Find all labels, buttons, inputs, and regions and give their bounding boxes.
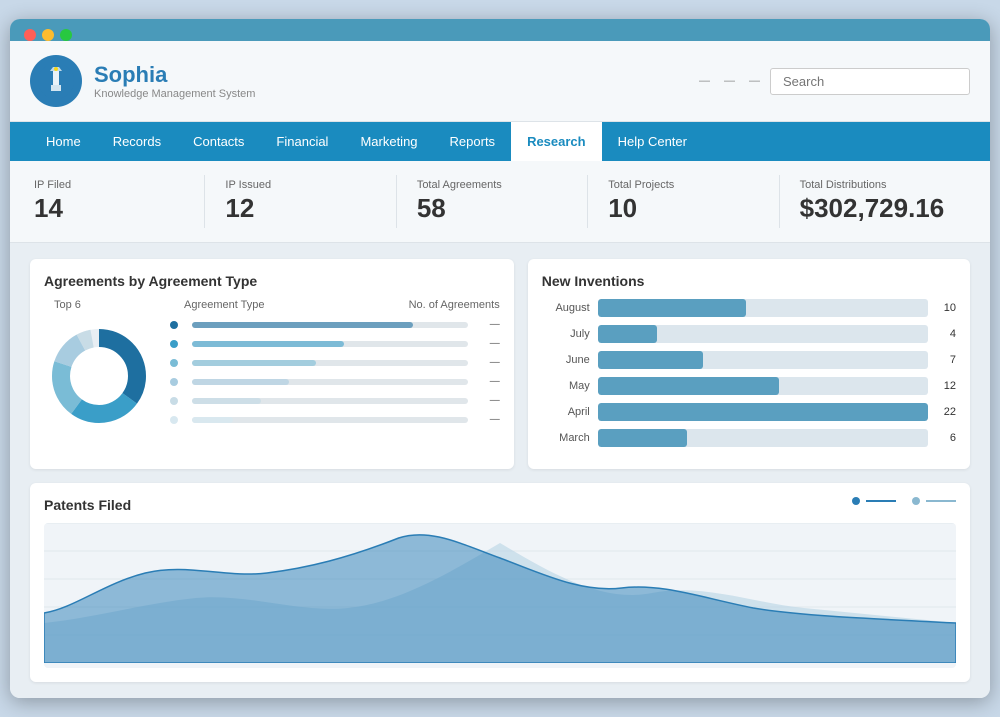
inv-row-may: May 12 <box>542 377 956 395</box>
agreements-col-count: No. of Agreements <box>400 299 500 311</box>
inv-label-august: August <box>542 302 590 314</box>
stat-total-agreements-value: 58 <box>417 193 567 224</box>
nav-bar: Home Records Contacts Financial Marketin… <box>10 122 990 161</box>
inventions-panel-title: New Inventions <box>542 273 956 289</box>
agreements-col-type: Agreement Type <box>184 299 400 311</box>
stat-total-projects-label: Total Projects <box>608 179 758 191</box>
stat-ip-filed-label: IP Filed <box>34 179 184 191</box>
app-name: Sophia <box>94 62 255 88</box>
logo-area: Sophia Knowledge Management System <box>30 55 255 107</box>
stat-ip-issued-label: IP Issued <box>225 179 375 191</box>
legend-item-1: — <box>170 319 500 330</box>
stat-ip-issued: IP Issued 12 <box>205 175 396 228</box>
patents-panel-title: Patents Filed <box>44 497 956 513</box>
legend-item-4: — <box>170 376 500 387</box>
logo-icon <box>30 55 82 107</box>
patents-legend <box>852 497 956 505</box>
donut-chart <box>44 321 154 431</box>
nav-item-contacts[interactable]: Contacts <box>177 122 260 161</box>
inv-count-july: 4 <box>936 328 956 340</box>
inv-count-june: 7 <box>936 354 956 366</box>
inv-label-june: June <box>542 354 590 366</box>
patents-legend-item-2 <box>912 497 956 505</box>
inv-count-august: 10 <box>936 302 956 314</box>
inv-count-march: 6 <box>936 432 956 444</box>
agreements-col-top6: Top 6 <box>54 299 184 311</box>
inv-label-may: May <box>542 380 590 392</box>
inv-row-april: April 22 <box>542 403 956 421</box>
nav-item-financial[interactable]: Financial <box>260 122 344 161</box>
inv-label-april: April <box>542 406 590 418</box>
browser-dot-red[interactable] <box>24 29 36 41</box>
agreements-body: — — — <box>44 319 500 433</box>
logo-text: Sophia Knowledge Management System <box>94 62 255 100</box>
stat-ip-filed-value: 14 <box>34 193 184 224</box>
stat-total-distributions-value: $302,729.16 <box>800 193 950 224</box>
stat-total-projects: Total Projects 10 <box>588 175 779 228</box>
stat-total-distributions-label: Total Distributions <box>800 179 950 191</box>
agreements-col-headers: Top 6 Agreement Type No. of Agreements <box>44 299 500 311</box>
stat-ip-issued-value: 12 <box>225 193 375 224</box>
legend-item-5: — <box>170 395 500 406</box>
inv-row-august: August 10 <box>542 299 956 317</box>
browser-dot-yellow[interactable] <box>42 29 54 41</box>
inv-row-july: July 4 <box>542 325 956 343</box>
inv-row-june: June 7 <box>542 351 956 369</box>
nav-item-home[interactable]: Home <box>30 122 97 161</box>
header-link-2[interactable]: — <box>724 75 735 87</box>
header-links: — — — <box>699 75 760 87</box>
search-input[interactable] <box>770 68 970 95</box>
nav-item-help[interactable]: Help Center <box>602 122 703 161</box>
stats-row: IP Filed 14 IP Issued 12 Total Agreement… <box>10 161 990 243</box>
panels-row: Agreements by Agreement Type Top 6 Agree… <box>30 259 970 469</box>
nav-item-reports[interactable]: Reports <box>434 122 512 161</box>
inv-count-may: 12 <box>936 380 956 392</box>
main-content: Agreements by Agreement Type Top 6 Agree… <box>10 243 990 698</box>
legend-area: — — — <box>170 319 500 433</box>
nav-item-marketing[interactable]: Marketing <box>344 122 433 161</box>
nav-item-research[interactable]: Research <box>511 122 602 161</box>
header-right: — — — <box>699 68 970 95</box>
inv-label-july: July <box>542 328 590 340</box>
inventions-panel: New Inventions August 10 July 4 June <box>528 259 970 469</box>
legend-item-2: — <box>170 338 500 349</box>
patents-legend-item-1 <box>852 497 896 505</box>
inv-count-april: 22 <box>936 406 956 418</box>
legend-item-3: — <box>170 357 500 368</box>
inv-label-march: March <box>542 432 590 444</box>
agreements-panel-title: Agreements by Agreement Type <box>44 273 500 289</box>
app-subtitle: Knowledge Management System <box>94 88 255 100</box>
agreements-panel: Agreements by Agreement Type Top 6 Agree… <box>30 259 514 469</box>
header-link-1[interactable]: — <box>699 75 710 87</box>
stat-ip-filed: IP Filed 14 <box>30 175 205 228</box>
stat-total-agreements: Total Agreements 58 <box>397 175 588 228</box>
stat-total-projects-value: 10 <box>608 193 758 224</box>
stat-total-agreements-label: Total Agreements <box>417 179 567 191</box>
nav-item-records[interactable]: Records <box>97 122 177 161</box>
stat-total-distributions: Total Distributions $302,729.16 <box>780 175 970 228</box>
legend-item-6: — <box>170 414 500 425</box>
header-link-3[interactable]: — <box>749 75 760 87</box>
patents-chart-svg <box>44 523 956 663</box>
inv-row-march: March 6 <box>542 429 956 447</box>
patents-panel: Patents Filed 8.0 6.0 4.0 <box>30 483 970 682</box>
browser-dot-green[interactable] <box>60 29 72 41</box>
inventions-bars: August 10 July 4 June 7 <box>542 299 956 447</box>
patents-chart-area: 8.0 6.0 4.0 2.0 0.0 <box>44 523 956 668</box>
app-header: Sophia Knowledge Management System — — — <box>10 41 990 122</box>
